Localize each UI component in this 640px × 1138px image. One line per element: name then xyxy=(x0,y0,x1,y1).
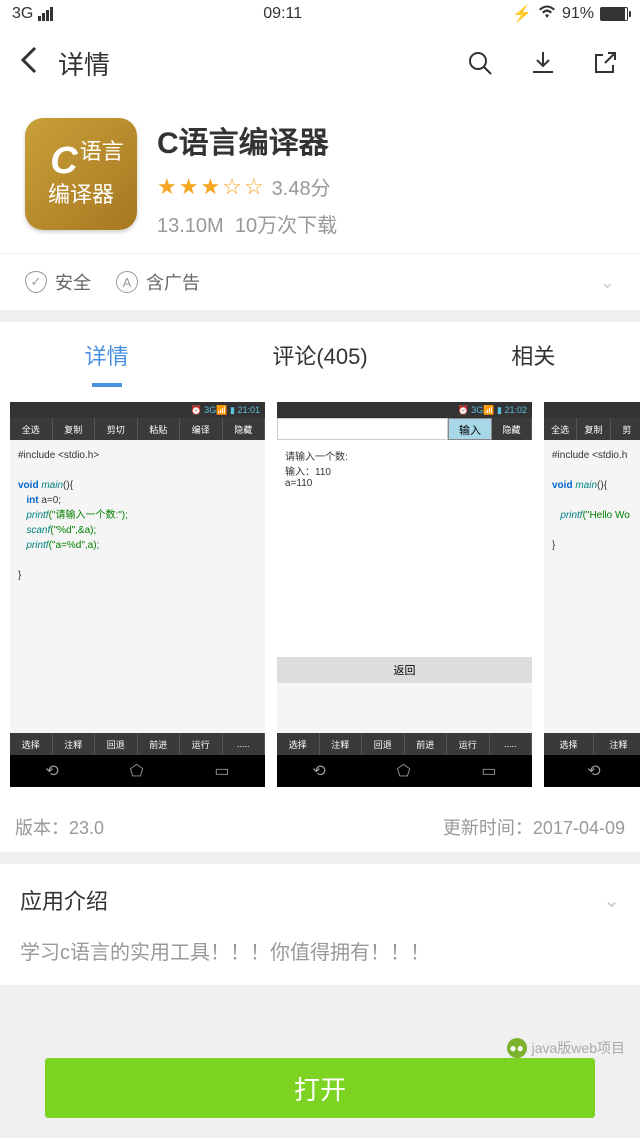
screenshot-3[interactable]: 全选复制剪 #include <stdio.h void main(){ pri… xyxy=(544,402,640,787)
status-left: 3G xyxy=(12,5,53,23)
shield-icon: ✓ xyxy=(25,271,47,293)
back-button[interactable] xyxy=(20,45,38,82)
stars: ★ ★ ★ ☆ ☆ xyxy=(157,174,264,200)
battery-percent: 91% xyxy=(562,5,594,23)
status-right: ⚡ 91% xyxy=(512,4,628,24)
app-meta: 13.10M 10万次下载 xyxy=(157,209,337,238)
tab-detail[interactable]: 详情 xyxy=(0,322,213,387)
safety-badge: ✓ 安全 xyxy=(25,269,91,295)
screenshots-row[interactable]: ⏰ 3G📶 ▮ 21:01 全选复制剪切粘贴编译隐藏 #include <std… xyxy=(0,387,640,802)
tab-related[interactable]: 相关 xyxy=(427,322,640,387)
open-button[interactable]: 打开 xyxy=(45,1058,595,1118)
screenshot-2[interactable]: ⏰ 3G📶 ▮ 21:02 输入 隐藏 请输入一个数: 输入：110 a=110… xyxy=(277,402,532,787)
charging-icon: ⚡ xyxy=(512,4,532,24)
update-time: 更新时间：2017-04-09 xyxy=(443,814,625,840)
chevron-down-icon: ⌄ xyxy=(600,272,615,293)
watermark: ●● java版web项目 xyxy=(507,1038,625,1058)
rating-text: 3.48分 xyxy=(272,172,331,201)
ads-badge: A 含广告 xyxy=(116,269,200,295)
tabs: 详情 评论(405) 相关 xyxy=(0,322,640,387)
search-button[interactable] xyxy=(466,49,494,77)
star-icon: ★ xyxy=(200,174,220,200)
version-row: 版本：23.0 更新时间：2017-04-09 xyxy=(0,802,640,852)
rating: ★ ★ ★ ☆ ☆ 3.48分 xyxy=(157,172,337,201)
battery-icon xyxy=(600,7,628,21)
ad-icon: A xyxy=(116,271,138,293)
tab-comments[interactable]: 评论(405) xyxy=(213,322,426,387)
network-type: 3G xyxy=(12,5,33,23)
page-title: 详情 xyxy=(58,45,110,82)
star-icon: ☆ xyxy=(222,174,242,200)
download-button[interactable] xyxy=(529,49,557,77)
app-intro[interactable]: 应用介绍 ⌄ 学习c语言的实用工具！！！你值得拥有！！！ xyxy=(0,864,640,985)
version-label: 版本：23.0 xyxy=(15,814,104,840)
wechat-icon: ●● xyxy=(507,1038,527,1058)
app-name: C语言编译器 xyxy=(157,118,337,162)
signal-icon xyxy=(38,7,53,21)
status-time: 09:11 xyxy=(263,5,302,23)
share-button[interactable] xyxy=(592,49,620,77)
app-icon: C语言 编译器 xyxy=(25,118,137,230)
status-bar: 3G 09:11 ⚡ 91% xyxy=(0,0,640,28)
intro-title: 应用介绍 xyxy=(20,884,108,916)
app-details: C语言编译器 ★ ★ ★ ☆ ☆ 3.48分 13.10M 10万次下载 xyxy=(157,118,337,238)
screenshot-1[interactable]: ⏰ 3G📶 ▮ 21:01 全选复制剪切粘贴编译隐藏 #include <std… xyxy=(10,402,265,787)
safety-row[interactable]: ✓ 安全 A 含广告 ⌄ xyxy=(0,253,640,310)
intro-text: 学习c语言的实用工具！！！你值得拥有！！！ xyxy=(20,936,620,965)
wifi-icon xyxy=(538,5,556,24)
header: 详情 xyxy=(0,28,640,98)
star-icon: ☆ xyxy=(244,174,264,200)
star-icon: ★ xyxy=(179,174,199,200)
app-info: C语言 编译器 C语言编译器 ★ ★ ★ ☆ ☆ 3.48分 13.10M 10… xyxy=(0,98,640,253)
chevron-down-icon: ⌄ xyxy=(603,888,620,913)
star-icon: ★ xyxy=(157,174,177,200)
